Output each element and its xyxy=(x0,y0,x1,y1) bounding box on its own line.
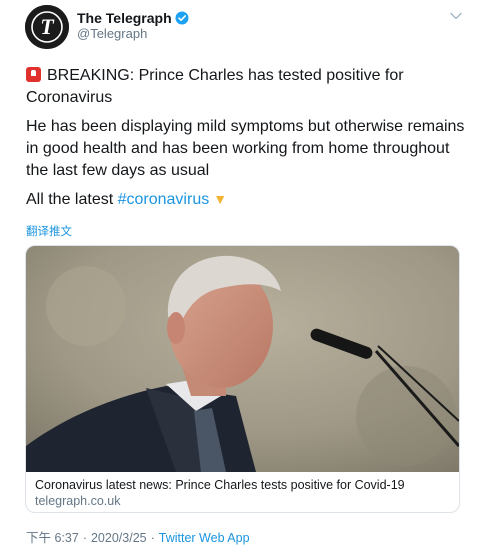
card-title: Coronavirus latest news: Prince Charles … xyxy=(35,478,405,492)
tweet-latest-line: All the latest #coronavirus ▼ xyxy=(26,188,227,211)
tweet-latest-text: All the latest xyxy=(26,191,118,208)
card-domain: telegraph.co.uk xyxy=(35,494,121,508)
meta-separator: · xyxy=(82,531,87,545)
svg-text:T: T xyxy=(40,14,55,39)
tweet-breaking-line-2: Coronavirus xyxy=(26,89,113,106)
tweet-paragraph-line: in good health and has been working from… xyxy=(26,140,450,157)
chevron-down-icon[interactable] xyxy=(450,12,462,20)
tweet-paragraph-line: He has been displaying mild symptoms but… xyxy=(26,118,465,135)
tweet-breaking-line: BREAKING: Prince Charles has tested posi… xyxy=(26,65,404,87)
translate-tweet-link[interactable]: 翻译推文 xyxy=(26,223,72,239)
display-name[interactable]: The Telegraph xyxy=(77,10,172,26)
tweet-text-breaking: BREAKING: Prince Charles has tested posi… xyxy=(47,67,404,84)
tweet-time[interactable]: 下午 6:37 xyxy=(26,531,79,545)
telegraph-logo-icon: T xyxy=(25,5,69,49)
verified-badge-icon xyxy=(175,11,189,25)
author-name-row: The Telegraph xyxy=(77,10,189,26)
backhand-index-pointing-down-icon: ▼ xyxy=(213,191,228,207)
source-app-link[interactable]: Twitter Web App xyxy=(159,531,250,545)
card-image xyxy=(26,246,459,472)
tweet-meta: 下午 6:37 · 2020/3/25 · Twitter Web App xyxy=(26,527,250,546)
hashtag-link[interactable]: #coronavirus xyxy=(118,191,210,208)
link-card[interactable]: Coronavirus latest news: Prince Charles … xyxy=(25,245,460,513)
tweet-date[interactable]: 2020/3/25 xyxy=(91,531,147,545)
author-handle[interactable]: @Telegraph xyxy=(77,26,147,41)
meta-separator: · xyxy=(150,531,155,545)
police-light-icon xyxy=(26,67,41,82)
tweet-paragraph-line: the last few days as usual xyxy=(26,162,210,179)
avatar[interactable]: T xyxy=(25,5,69,49)
